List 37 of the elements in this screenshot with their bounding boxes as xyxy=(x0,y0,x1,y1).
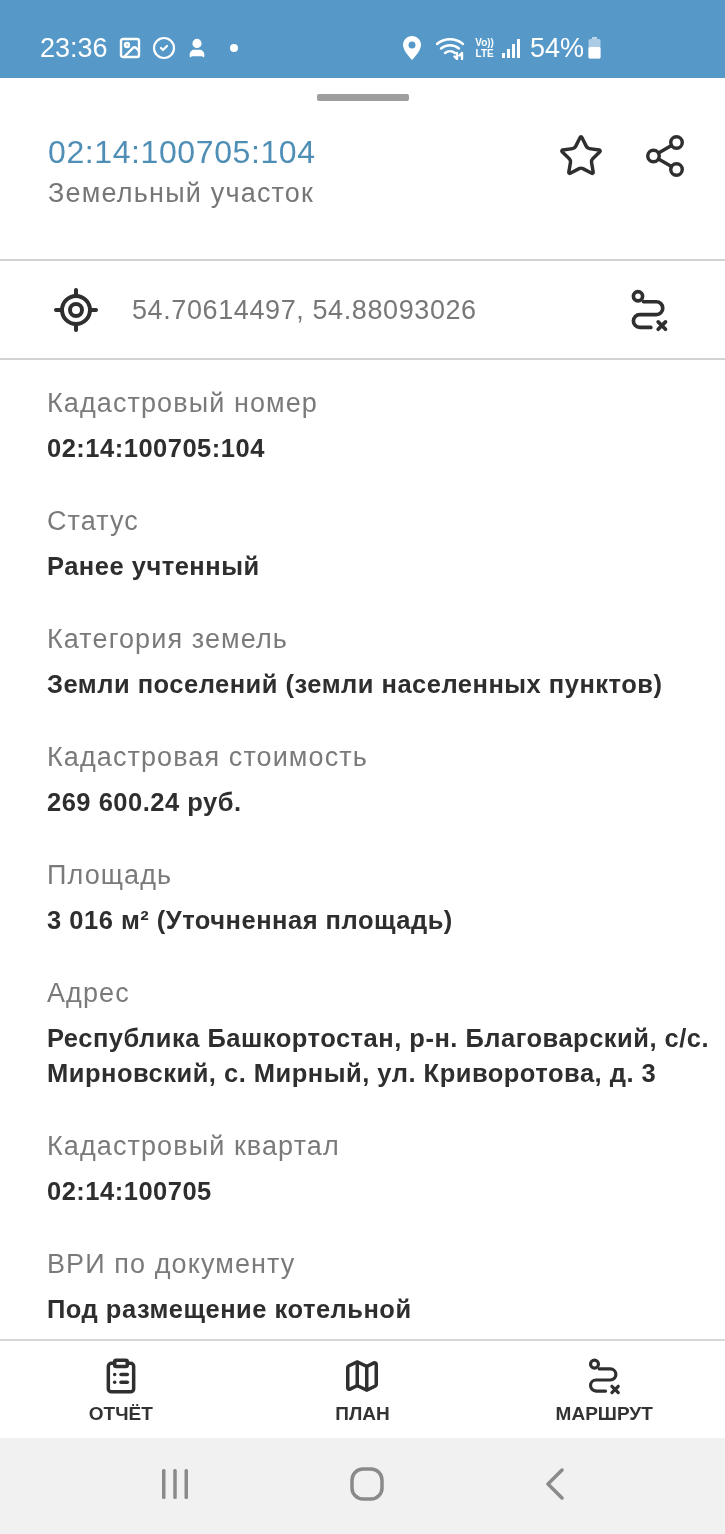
location-pin-icon xyxy=(403,36,422,60)
field-value: Земли поселений (земли населенных пунктов) xyxy=(47,669,664,700)
coordinates-text: 54.70614497, 54.88093026 xyxy=(132,293,477,326)
check-circle-icon xyxy=(151,36,176,60)
field-label: Кадастровый номер xyxy=(47,387,319,419)
battery-percent: 54% xyxy=(529,33,584,63)
nav-tab[interactable]: ОТЧЁТ xyxy=(0,1341,242,1438)
field-value: Ранее учтенный xyxy=(47,551,261,582)
home-icon[interactable] xyxy=(350,1467,385,1501)
back-icon[interactable] xyxy=(544,1468,565,1500)
field-value: Республика Башкортостан, р-н. Благоварский, с/с. Мирновский, с. Мирный, ул. Криворотова, д. 3 xyxy=(47,1023,711,1089)
dot-icon xyxy=(229,44,238,52)
field-value: Под размещение котельной xyxy=(47,1294,413,1325)
field-value: 3 016 м² (Уточненная площадь) xyxy=(47,905,454,936)
drag-handle[interactable] xyxy=(316,94,409,101)
title-number: 02:14:100705:104 xyxy=(48,133,316,171)
subtitle: Земельный участок xyxy=(48,178,316,208)
field-value: 02:14:100705 xyxy=(47,1176,213,1207)
volte-label: Vo)) xyxy=(475,37,494,48)
field-label: Категория земель xyxy=(47,623,289,655)
field-label: Кадастровый квартал xyxy=(47,1130,341,1162)
field-label: Адрес xyxy=(47,977,131,1009)
field-value: 269 600.24 руб. xyxy=(47,787,243,818)
locate-icon[interactable] xyxy=(52,285,100,334)
battery-icon xyxy=(588,37,601,59)
field-label: Статус xyxy=(47,505,140,537)
nav-tab[interactable]: ПЛАН xyxy=(241,1341,484,1438)
nav-tab[interactable]: МАРШРУТ xyxy=(483,1341,725,1438)
field-label: ВРИ по документу xyxy=(47,1248,297,1280)
signal-icon xyxy=(501,38,522,58)
field-value: 02:14:100705:104 xyxy=(47,433,266,464)
field-label: Кадастровая стоимость xyxy=(47,741,369,773)
lte-label: LTE xyxy=(475,48,494,59)
clock-time: 23:36 xyxy=(40,33,108,63)
field-label: Площадь xyxy=(47,859,174,891)
recent-apps-icon[interactable] xyxy=(160,1469,191,1499)
image-icon xyxy=(117,36,142,60)
